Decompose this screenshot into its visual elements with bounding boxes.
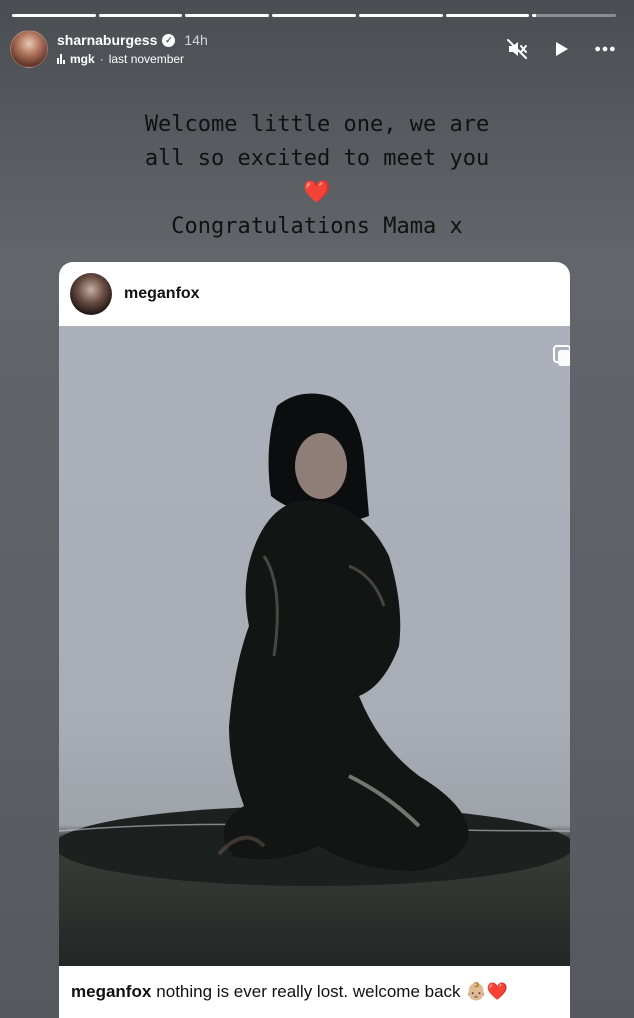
story-caption: Welcome little one, we are all so excite… — [0, 108, 634, 244]
music-artist: mgk — [70, 52, 95, 66]
mute-icon — [507, 39, 527, 59]
progress-segment — [445, 14, 530, 17]
caption-line-1: Welcome little one, we are — [144, 112, 490, 137]
progress-segment — [12, 14, 96, 17]
caption-text: nothing is ever really lost. welcome bac… — [156, 982, 461, 1001]
photo-illustration — [59, 393, 570, 886]
music-separator: · — [99, 52, 104, 66]
more-icon — [595, 46, 615, 52]
progress-segment — [532, 14, 617, 17]
caption-line-2: all so excited to meet you — [144, 146, 490, 171]
story-username[interactable]: sharnaburgess — [57, 32, 157, 48]
progress-segment — [185, 14, 270, 17]
story-timestamp: 14h — [184, 32, 208, 48]
play-icon — [556, 42, 568, 56]
caption-heart: ❤️ — [303, 180, 331, 205]
caption-line-3: Congratulations Mama x — [171, 214, 463, 239]
mute-button[interactable] — [506, 38, 528, 60]
music-title: last november — [108, 52, 185, 66]
shared-post-username[interactable]: meganfox — [124, 285, 200, 303]
verified-badge-icon: ✓ — [162, 33, 176, 47]
music-info[interactable]: mgk · last november — [57, 52, 208, 66]
progress-segment — [358, 14, 443, 17]
more-options-button[interactable] — [594, 38, 616, 60]
progress-segment — [98, 14, 183, 17]
header-text: sharnaburgess ✓ 14h mgk · last november — [57, 32, 208, 66]
avatar[interactable] — [10, 30, 48, 68]
story-header: sharnaburgess ✓ 14h mgk · last november — [10, 30, 616, 68]
shared-post-photo[interactable] — [59, 326, 570, 966]
progress-segment — [272, 14, 356, 17]
story-progress-bars — [12, 14, 617, 17]
shared-post-card[interactable]: meganfox meganfox nothing is ever really… — [59, 262, 570, 1018]
shared-post-caption: meganfox nothing is ever really lost. we… — [59, 966, 570, 1018]
caption-emojis: 👶🏼❤️ — [465, 982, 508, 1001]
shared-post-header[interactable]: meganfox — [59, 262, 570, 326]
play-button[interactable] — [550, 38, 572, 60]
music-bars-icon — [57, 54, 65, 64]
shared-post-avatar[interactable] — [70, 273, 112, 315]
caption-username[interactable]: meganfox — [71, 982, 151, 1002]
